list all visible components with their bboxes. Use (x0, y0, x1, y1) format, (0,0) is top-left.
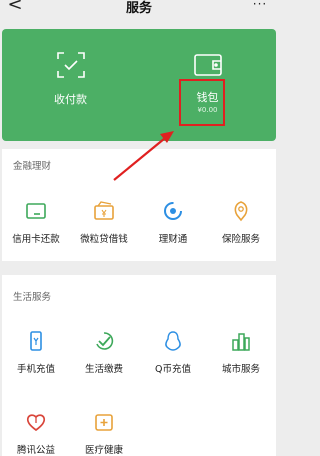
grid-item-phone-topup[interactable]: 手机充值 (2, 330, 70, 380)
insurance-label: 保险服务 (221, 234, 260, 245)
charity-label: 腾讯公益 (16, 445, 55, 456)
life-section-title: 生活服务 (13, 292, 52, 303)
nav-bar: < 服务 ··· (0, 0, 278, 22)
insurance-icon (234, 201, 248, 222)
phone-topup-label: 手机充值 (16, 364, 55, 375)
loan-wallet-icon (94, 201, 114, 220)
credit-card-icon (26, 203, 46, 219)
medical-icon (95, 414, 113, 431)
wallet-icon (193, 54, 222, 76)
grid-item-city-services[interactable]: 城市服务 (207, 330, 275, 380)
penguin-icon (165, 331, 181, 351)
bill-pay-label: 生活缴费 (84, 364, 123, 375)
grid-item-qcoin[interactable]: Q币充值 (139, 330, 207, 380)
more-button[interactable]: ··· (250, 0, 270, 13)
payment-card: 收付款 钱包 ¥0.00 (2, 29, 276, 141)
phone-icon (30, 331, 42, 351)
city-icon (232, 333, 250, 351)
wealth-icon (164, 202, 182, 220)
medical-label: 医疗健康 (84, 445, 123, 456)
life-panel: 生活服务 手机充值 生活缴费 Q币充值 城市服务 腾讯公益 医疗健康 (2, 275, 276, 456)
grid-item-wealth[interactable]: 理财通 (139, 200, 207, 250)
grid-item-credit-card[interactable]: 信用卡还款 (2, 200, 70, 250)
page-title: 服务 (125, 1, 152, 16)
grid-item-charity[interactable]: 腾讯公益 (2, 411, 70, 456)
wealth-label: 理财通 (158, 234, 188, 245)
pay-receive-tile[interactable]: 收付款 (2, 29, 139, 141)
loan-label: 微粒贷借钱 (80, 234, 128, 245)
finance-panel: 金融理财 信用卡还款 微粒贷借钱 理财通 保险服务 (2, 149, 276, 261)
bill-pay-icon (96, 332, 114, 350)
credit-card-label: 信用卡还款 (12, 234, 60, 245)
grid-item-bill-pay[interactable]: 生活缴费 (70, 330, 138, 380)
charity-heart-icon (26, 414, 46, 432)
grid-item-insurance[interactable]: 保险服务 (207, 200, 275, 250)
grid-item-medical[interactable]: 医疗健康 (70, 411, 138, 456)
city-services-label: 城市服务 (221, 364, 260, 375)
scan-check-icon (56, 52, 85, 78)
qcoin-label: Q币充值 (155, 364, 191, 375)
grid-item-loan[interactable]: 微粒贷借钱 (70, 200, 138, 250)
finance-section-title: 金融理财 (13, 161, 52, 172)
wallet-highlight-box (179, 79, 225, 126)
pay-receive-label: 收付款 (54, 93, 87, 106)
